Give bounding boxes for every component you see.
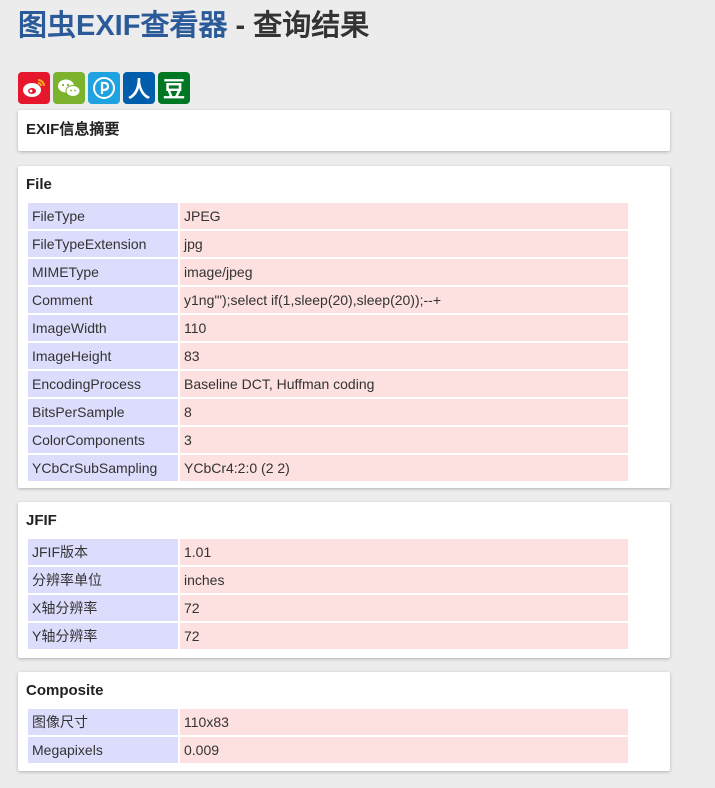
table-row: Comment y1ng'");select if(1,sleep(20),sle… (28, 287, 628, 313)
exif-value: 110x83 (180, 709, 628, 735)
exif-key: JFIF版本 (28, 539, 180, 565)
section-title: File (26, 176, 52, 193)
exif-key: YCbCrSubSampling (28, 455, 180, 481)
exif-key: BitsPerSample (28, 399, 180, 425)
table-row: ImageHeight 83 (28, 343, 628, 369)
jfif-table: JFIF版本 1.01 分辨率单位 inches X轴分辨率 72 Y轴分辨率 72 (28, 537, 628, 651)
table-row: MIMEType image/jpeg (28, 259, 628, 285)
table-row: JFIF版本 1.01 (28, 539, 628, 565)
renren-icon[interactable]: 人 (123, 72, 155, 104)
file-section: File FileType JPEG FileTypeExtension jpg MIM… (18, 166, 670, 488)
exif-value: y1ng'");select if(1,sleep(20),sleep(20))… (180, 287, 628, 313)
exif-value: YCbCr4:2:0 (2 2) (180, 455, 628, 481)
exif-value: 72 (180, 623, 628, 649)
exif-value: inches (180, 567, 628, 593)
exif-value: jpg (180, 231, 628, 257)
exif-value: 72 (180, 595, 628, 621)
exif-key: ImageHeight (28, 343, 180, 369)
qq-plus-icon[interactable] (88, 72, 120, 104)
exif-value: 8 (180, 399, 628, 425)
section-title: Composite (26, 682, 104, 699)
exif-key: MIMEType (28, 259, 180, 285)
exif-value: image/jpeg (180, 259, 628, 285)
exif-value: 1.01 (180, 539, 628, 565)
wechat-icon[interactable] (53, 72, 85, 104)
section-title: JFIF (26, 512, 57, 529)
table-row: 图像尺寸 110x83 (28, 709, 628, 735)
exif-value: JPEG (180, 203, 628, 229)
table-row: ImageWidth 110 (28, 315, 628, 341)
exif-value: 110 (180, 315, 628, 341)
table-row: Y轴分辨率 72 (28, 623, 628, 649)
exif-value: 0.009 (180, 737, 628, 763)
exif-key: FileType (28, 203, 180, 229)
composite-table: 图像尺寸 110x83 Megapixels 0.009 (28, 707, 628, 765)
page-title: 图虫EXIF查看器 - 查询结果 (18, 6, 369, 46)
exif-value: 3 (180, 427, 628, 453)
table-row: BitsPerSample 8 (28, 399, 628, 425)
table-row: EncodingProcess Baseline DCT, Huffman cod… (28, 371, 628, 397)
table-row: ColorComponents 3 (28, 427, 628, 453)
share-bar: 人 豆 (18, 72, 190, 104)
table-row: Megapixels 0.009 (28, 737, 628, 763)
weibo-icon[interactable] (18, 72, 50, 104)
table-row: FileType JPEG (28, 203, 628, 229)
exif-key: EncodingProcess (28, 371, 180, 397)
table-row: FileTypeExtension jpg (28, 231, 628, 257)
composite-section: Composite 图像尺寸 110x83 Megapixels 0.009 (18, 672, 670, 771)
douban-icon[interactable]: 豆 (158, 72, 190, 104)
exif-key: ColorComponents (28, 427, 180, 453)
exif-key: 图像尺寸 (28, 709, 180, 735)
exif-key: 分辨率单位 (28, 567, 180, 593)
brand-title[interactable]: 图虫EXIF查看器 (18, 10, 227, 42)
table-row: 分辨率单位 inches (28, 567, 628, 593)
exif-key: Megapixels (28, 737, 180, 763)
exif-key: FileTypeExtension (28, 231, 180, 257)
exif-key: ImageWidth (28, 315, 180, 341)
exif-key: Y轴分辨率 (28, 623, 180, 649)
table-row: YCbCrSubSampling YCbCr4:2:0 (2 2) (28, 455, 628, 481)
exif-key: Comment (28, 287, 180, 313)
table-row: X轴分辨率 72 (28, 595, 628, 621)
exif-value: Baseline DCT, Huffman coding (180, 371, 628, 397)
exif-key: X轴分辨率 (28, 595, 180, 621)
title-suffix: - 查询结果 (227, 10, 370, 42)
summary-title: EXIF信息摘要 (26, 121, 120, 138)
jfif-section: JFIF JFIF版本 1.01 分辨率单位 inches X轴分辨率 72 Y轴分辨率 72 (18, 502, 670, 658)
file-table: FileType JPEG FileTypeExtension jpg MIMEType… (28, 201, 628, 483)
exif-value: 83 (180, 343, 628, 369)
exif-summary-panel: EXIF信息摘要 (18, 110, 670, 151)
